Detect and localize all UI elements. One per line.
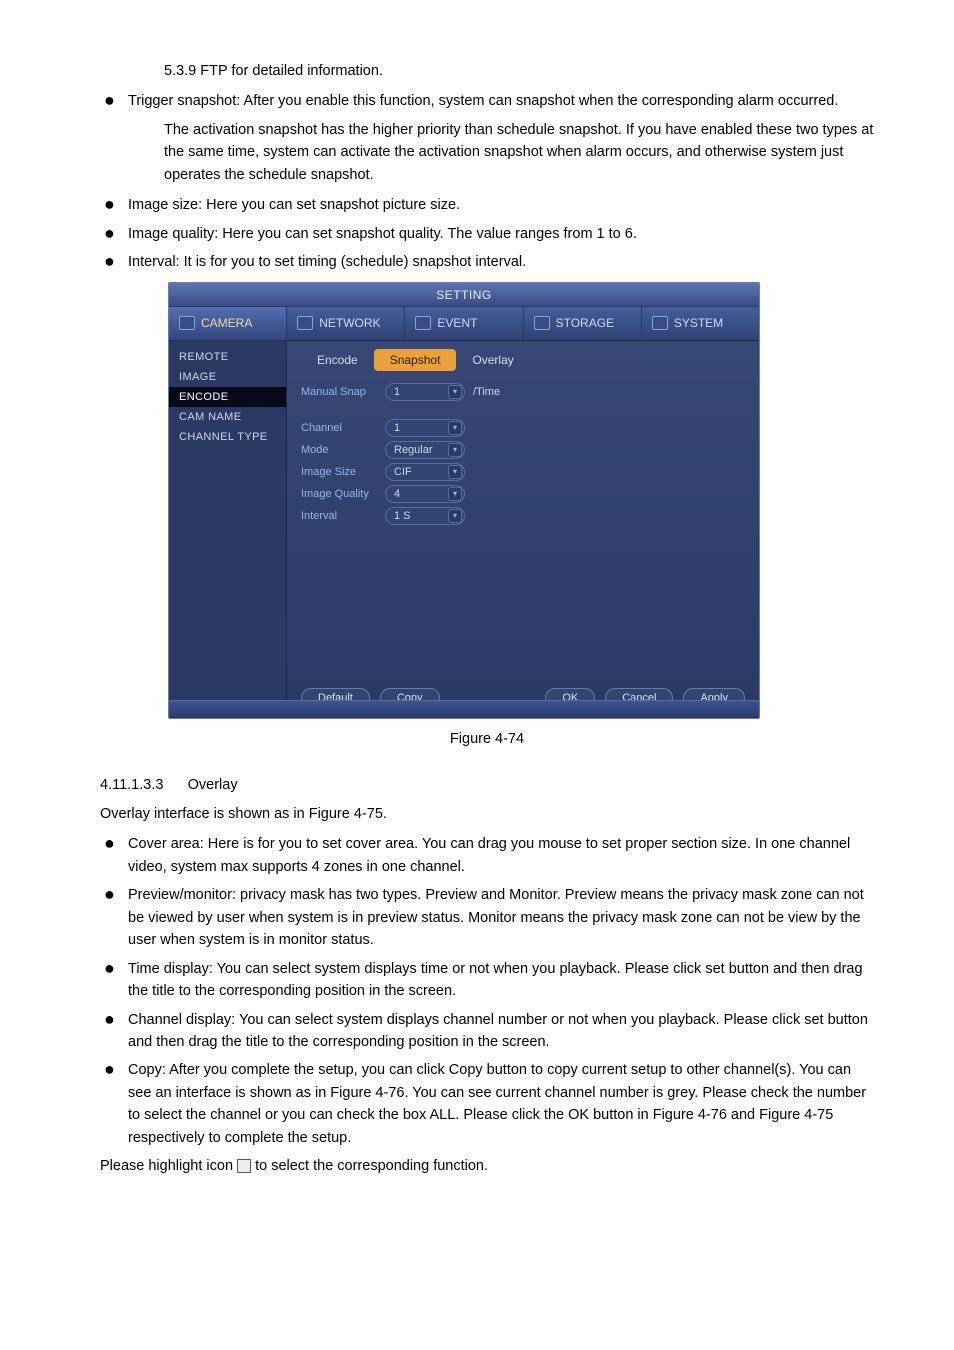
sidebar-item-image[interactable]: IMAGE xyxy=(169,367,286,387)
navtab-storage[interactable]: STORAGE xyxy=(524,307,642,340)
subtab-encode[interactable]: Encode xyxy=(301,349,374,371)
navtab-label: EVENT xyxy=(437,316,477,330)
chevron-down-icon: ▾ xyxy=(448,421,462,435)
window-title: SETTING xyxy=(169,283,759,307)
camera-icon xyxy=(179,316,195,330)
figure-caption: Figure 4-74 xyxy=(100,731,874,747)
subtab-overlay[interactable]: Overlay xyxy=(456,349,529,371)
sidebar-item-remote[interactable]: REMOTE xyxy=(169,347,286,367)
bullet-dot: ● xyxy=(100,223,128,245)
label-image-quality: Image Quality xyxy=(301,488,377,500)
section-heading: 4.11.1.3.3 Overlay xyxy=(100,777,874,793)
bullet-dot: ● xyxy=(100,251,128,273)
navtab-label: SYSTEM xyxy=(674,316,723,330)
subtab-snapshot[interactable]: Snapshot xyxy=(374,349,457,371)
bullet-dot: ● xyxy=(100,90,128,112)
dropdown-value: CIF xyxy=(394,466,412,478)
system-icon xyxy=(652,316,668,330)
settings-window: SETTING CAMERA NETWORK EVENT STORAGE SYS… xyxy=(168,282,760,719)
label-manual-snap: Manual Snap xyxy=(301,386,377,398)
bullet-interval: Interval: It is for you to set timing (s… xyxy=(128,251,874,273)
sidebar-item-channel-type[interactable]: CHANNEL TYPE xyxy=(169,427,286,447)
row-interval: Interval 1 S ▾ xyxy=(301,507,745,525)
label-mode: Mode xyxy=(301,444,377,456)
bullet-dot: ● xyxy=(100,884,128,906)
nav-tabs: CAMERA NETWORK EVENT STORAGE SYSTEM xyxy=(169,307,759,341)
dropdown-image-size[interactable]: CIF ▾ xyxy=(385,463,465,481)
row-mode: Mode Regular ▾ xyxy=(301,441,745,459)
dropdown-value: 4 xyxy=(394,488,400,500)
window-bottom-bar xyxy=(169,700,759,718)
checkbox-icon xyxy=(237,1159,251,1173)
bullet-preview-monitor: Preview/monitor: privacy mask has two ty… xyxy=(128,884,874,951)
row-manual-snap: Manual Snap 1 ▾ /Time xyxy=(301,383,745,401)
bullet-dot: ● xyxy=(100,1059,128,1081)
highlight-text-1: Please highlight icon xyxy=(100,1158,237,1174)
dropdown-value: 1 xyxy=(394,386,400,398)
dropdown-value: Regular xyxy=(394,444,433,456)
bullet-trigger-snapshot: Trigger snapshot: After you enable this … xyxy=(128,90,874,112)
highlight-text-2: to select the corresponding function. xyxy=(255,1158,488,1174)
navtab-label: NETWORK xyxy=(319,316,380,330)
dropdown-value: 1 S xyxy=(394,510,411,522)
row-image-size: Image Size CIF ▾ xyxy=(301,463,745,481)
network-icon xyxy=(297,316,313,330)
navtab-network[interactable]: NETWORK xyxy=(287,307,405,340)
bullet-image-size: Image size: Here you can set snapshot pi… xyxy=(128,194,874,216)
bullet-time-display: Time display: You can select system disp… xyxy=(128,958,874,1003)
label-interval: Interval xyxy=(301,510,377,522)
navtab-camera[interactable]: CAMERA xyxy=(169,307,287,340)
navtab-label: STORAGE xyxy=(556,316,614,330)
dropdown-value: 1 xyxy=(394,422,400,434)
chevron-down-icon: ▾ xyxy=(448,465,462,479)
dropdown-manual-snap[interactable]: 1 ▾ xyxy=(385,383,465,401)
navtab-event[interactable]: EVENT xyxy=(405,307,523,340)
sidebar-item-cam-name[interactable]: CAM NAME xyxy=(169,407,286,427)
bullet-channel-display: Channel display: You can select system d… xyxy=(128,1009,874,1054)
sidebar: REMOTE IMAGE ENCODE CAM NAME CHANNEL TYP… xyxy=(169,341,287,718)
bullet-dot: ● xyxy=(100,958,128,980)
label-channel: Channel xyxy=(301,422,377,434)
section-number: 4.11.1.3.3 xyxy=(100,777,163,793)
bullet-dot: ● xyxy=(100,194,128,216)
content-panel: Encode Snapshot Overlay Manual Snap 1 ▾ … xyxy=(287,341,759,718)
dropdown-image-quality[interactable]: 4 ▾ xyxy=(385,485,465,503)
section-intro: Overlay interface is shown as in Figure … xyxy=(100,803,874,825)
chevron-down-icon: ▾ xyxy=(448,509,462,523)
event-icon xyxy=(415,316,431,330)
bullet-dot: ● xyxy=(100,1009,128,1031)
section-title: Overlay xyxy=(188,777,238,793)
highlight-line: Please highlight icon to select the corr… xyxy=(100,1155,874,1177)
bullet-image-quality: Image quality: Here you can set snapshot… xyxy=(128,223,874,245)
intro-line-1: 5.3.9 FTP for detailed information. xyxy=(164,60,874,82)
chevron-down-icon: ▾ xyxy=(448,385,462,399)
navtab-system[interactable]: SYSTEM xyxy=(642,307,759,340)
dropdown-interval[interactable]: 1 S ▾ xyxy=(385,507,465,525)
row-channel: Channel 1 ▾ xyxy=(301,419,745,437)
chevron-down-icon: ▾ xyxy=(448,443,462,457)
intro-after-b1: The activation snapshot has the higher p… xyxy=(164,119,874,186)
suffix-time: /Time xyxy=(473,386,500,398)
sidebar-item-encode[interactable]: ENCODE xyxy=(169,387,286,407)
bullet-cover-area: Cover area: Here is for you to set cover… xyxy=(128,833,874,878)
dropdown-mode[interactable]: Regular ▾ xyxy=(385,441,465,459)
sub-tabs: Encode Snapshot Overlay xyxy=(301,349,745,371)
row-image-quality: Image Quality 4 ▾ xyxy=(301,485,745,503)
chevron-down-icon: ▾ xyxy=(448,487,462,501)
label-image-size: Image Size xyxy=(301,466,377,478)
dropdown-channel[interactable]: 1 ▾ xyxy=(385,419,465,437)
storage-icon xyxy=(534,316,550,330)
bullet-copy: Copy: After you complete the setup, you … xyxy=(128,1059,874,1149)
navtab-label: CAMERA xyxy=(201,316,252,330)
bullet-dot: ● xyxy=(100,833,128,855)
